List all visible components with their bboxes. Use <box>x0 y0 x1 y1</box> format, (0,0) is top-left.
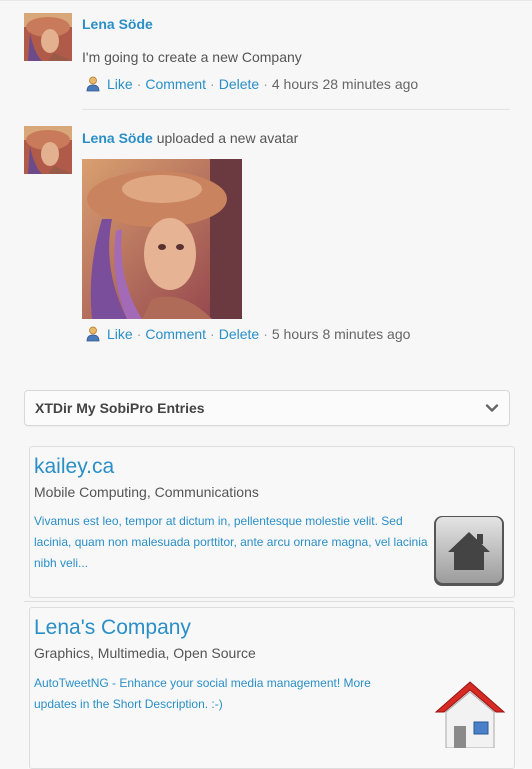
activity-user-name[interactable]: Lena Söde <box>82 16 153 32</box>
separator-dot: · <box>210 326 215 342</box>
user-icon <box>86 76 100 92</box>
activity-message: I'm going to create a new Company <box>82 49 302 65</box>
delete-link[interactable]: Delete <box>219 76 259 92</box>
delete-link[interactable]: Delete <box>219 326 259 342</box>
chevron-down-icon[interactable] <box>485 401 499 420</box>
entry-title[interactable]: kailey.ca <box>34 455 114 479</box>
separator-dot: · <box>263 76 268 92</box>
top-divider <box>0 0 532 1</box>
activity-user-name[interactable]: Lena Söde <box>82 130 153 146</box>
entry-card: Lena's Company Graphics, Multimedia, Ope… <box>29 607 515 769</box>
entry-card: kailey.ca Mobile Computing, Communicatio… <box>29 446 515 598</box>
home-icon[interactable] <box>432 514 508 595</box>
module-header[interactable]: XTDir My SobiPro Entries <box>24 390 510 426</box>
separator-dot: · <box>136 76 142 92</box>
activity-meta: Like · Comment · Delete · 5 hours 8 minu… <box>86 326 410 342</box>
user-icon <box>86 326 100 342</box>
uploaded-avatar-image[interactable] <box>82 159 242 319</box>
entry-divider <box>24 601 514 602</box>
like-link[interactable]: Like <box>107 76 133 92</box>
home-icon[interactable] <box>434 678 506 753</box>
activity-meta: Like · Comment · Delete · 4 hours 28 min… <box>86 76 418 92</box>
comment-link[interactable]: Comment <box>145 76 206 92</box>
separator-dot: · <box>210 76 215 92</box>
separator-dot: · <box>136 326 142 342</box>
entry-categories: Graphics, Multimedia, Open Source <box>34 645 256 661</box>
entry-categories: Mobile Computing, Communications <box>34 484 259 500</box>
activity-timestamp: 5 hours 8 minutes ago <box>271 326 411 342</box>
module-title: XTDir My SobiPro Entries <box>35 400 205 416</box>
activity-action: uploaded a new avatar <box>156 130 299 146</box>
entry-description[interactable]: Vivamus est leo, tempor at dictum in, pe… <box>34 511 434 574</box>
comment-link[interactable]: Comment <box>145 326 206 342</box>
separator-dot: · <box>263 326 268 342</box>
activity-timestamp: 4 hours 28 minutes ago <box>271 76 419 92</box>
activity-header: Lena Söde uploaded a new avatar <box>82 130 298 146</box>
user-avatar[interactable] <box>24 13 72 61</box>
entry-title[interactable]: Lena's Company <box>34 616 191 640</box>
like-link[interactable]: Like <box>107 326 133 342</box>
user-avatar[interactable] <box>24 126 72 174</box>
activity-divider <box>82 109 510 110</box>
entry-description[interactable]: AutoTweetNG - Enhance your social media … <box>34 673 414 715</box>
